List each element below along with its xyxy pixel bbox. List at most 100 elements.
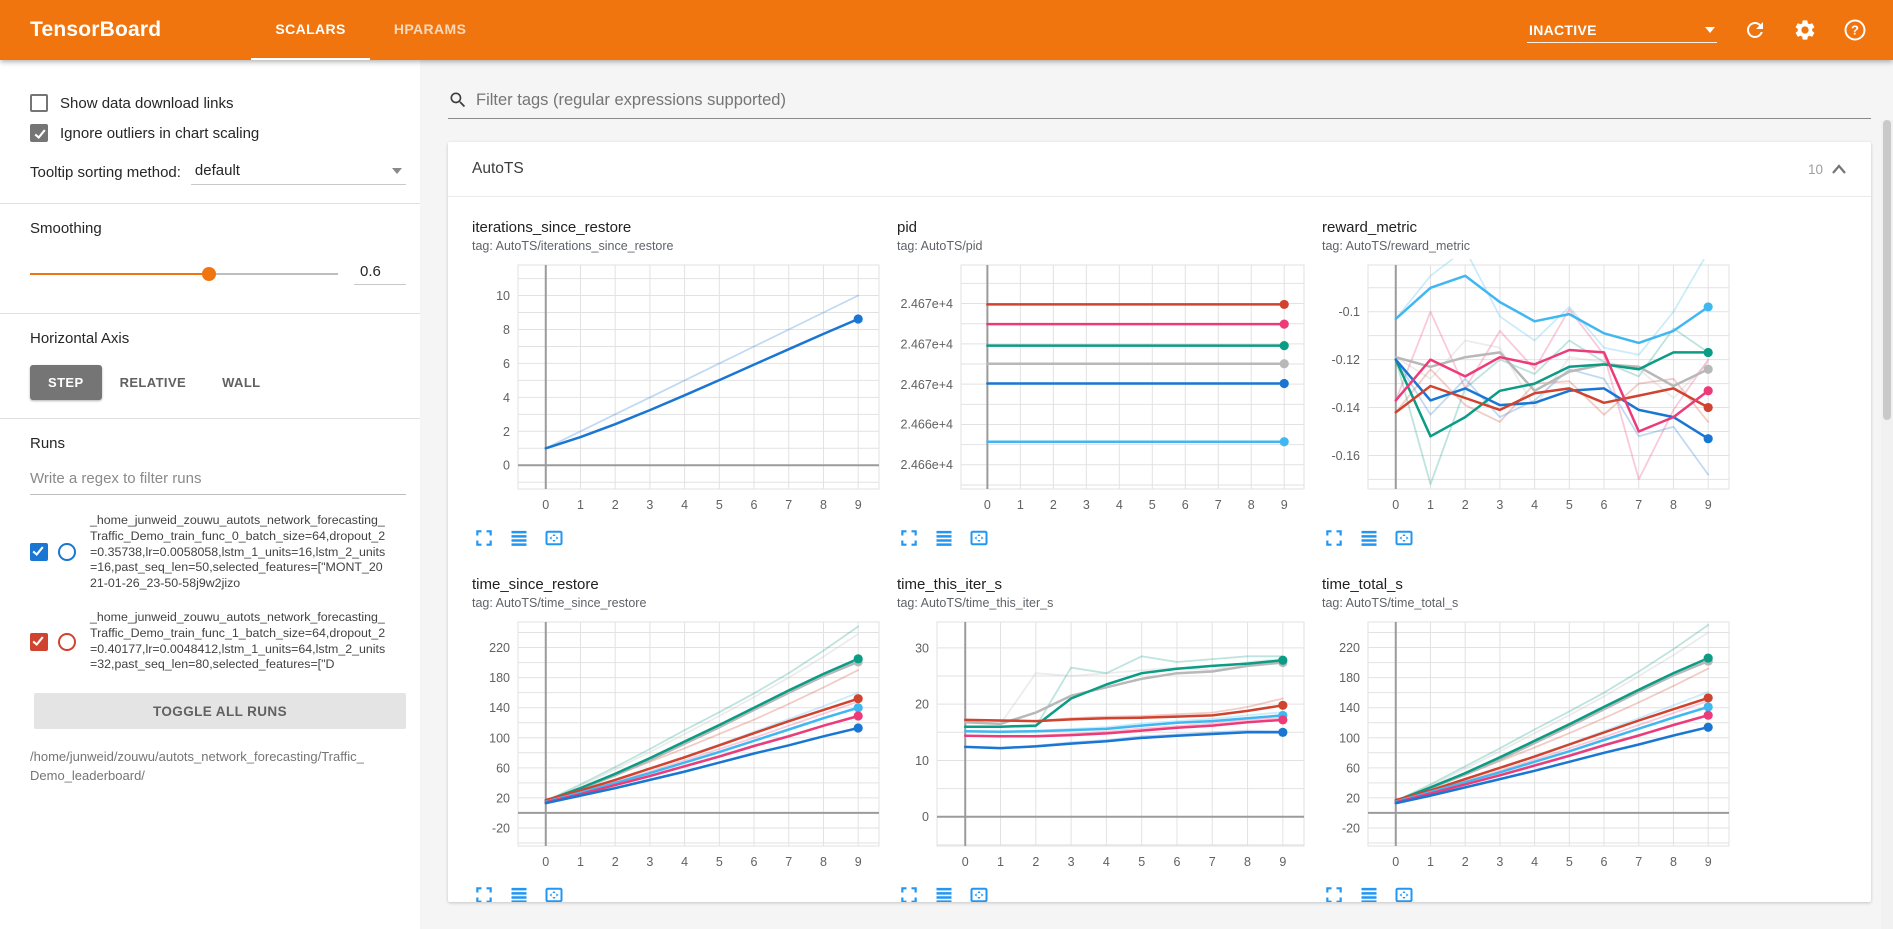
fit-domain-icon[interactable] (1394, 885, 1414, 902)
vertical-scrollbar[interactable] (1881, 120, 1893, 929)
svg-text:5: 5 (716, 855, 723, 869)
chart-tag: tag: AutoTS/time_this_iter_s (897, 596, 1312, 610)
smoothing-label: Smoothing (30, 220, 406, 237)
svg-text:2: 2 (1462, 498, 1469, 512)
autots-card-header[interactable]: AutoTS 10 (448, 142, 1871, 197)
data-download-icon[interactable] (934, 885, 954, 902)
data-download-icon[interactable] (509, 528, 529, 548)
svg-text:0: 0 (1392, 855, 1399, 869)
fit-domain-icon[interactable] (1394, 528, 1414, 548)
app-toolbar: TensorBoard SCALARS HPARAMS INACTIVE ? (0, 0, 1893, 60)
svg-text:1: 1 (577, 498, 584, 512)
search-icon (448, 90, 468, 110)
svg-text:1: 1 (1427, 498, 1434, 512)
data-download-icon[interactable] (1359, 885, 1379, 902)
svg-text:6: 6 (751, 855, 758, 869)
axis-relative-button[interactable]: RELATIVE (102, 365, 205, 400)
chart-tag: tag: AutoTS/time_since_restore (472, 596, 887, 610)
data-download-icon[interactable] (1359, 528, 1379, 548)
tooltip-sorting-select[interactable]: default (191, 160, 406, 185)
refresh-icon[interactable] (1743, 18, 1767, 42)
app-title: TensorBoard (30, 18, 161, 42)
svg-text:220: 220 (1339, 641, 1360, 655)
fullscreen-icon[interactable] (474, 885, 494, 902)
svg-text:7: 7 (785, 498, 792, 512)
checkbox-unchecked[interactable] (30, 94, 48, 112)
svg-text:9: 9 (1705, 498, 1712, 512)
runs-filter-input[interactable] (30, 464, 406, 495)
svg-text:7: 7 (1635, 855, 1642, 869)
tab-hparams[interactable]: HPARAMS (370, 0, 491, 60)
fit-domain-icon[interactable] (544, 528, 564, 548)
chart-plot[interactable]: 01234567892201801401006020-20 (472, 616, 887, 874)
svg-text:5: 5 (1138, 855, 1145, 869)
svg-text:3: 3 (1496, 855, 1503, 869)
checkbox-checked[interactable] (30, 124, 48, 142)
smoothing-value[interactable]: 0.6 (354, 263, 406, 285)
axis-wall-button[interactable]: WALL (204, 365, 278, 400)
svg-text:6: 6 (1182, 498, 1189, 512)
fit-domain-icon[interactable] (969, 885, 989, 902)
svg-text:9: 9 (1281, 498, 1288, 512)
chart-plot[interactable]: 01234567892201801401006020-20 (1322, 616, 1737, 874)
autots-card: AutoTS 10 iterations_since_restoretag: A… (448, 142, 1871, 902)
svg-text:6: 6 (1601, 855, 1608, 869)
fullscreen-icon[interactable] (474, 528, 494, 548)
smoothing-slider[interactable] (30, 267, 338, 281)
chart-card: time_total_stag: AutoTS/time_total_s0123… (1322, 576, 1737, 902)
chart-toolbar (472, 528, 887, 548)
run-checkbox[interactable] (30, 633, 48, 651)
data-download-icon[interactable] (934, 528, 954, 548)
tag-filter[interactable] (448, 90, 1871, 119)
chart-title: time_since_restore (472, 576, 887, 593)
run-radio[interactable] (58, 633, 76, 651)
fullscreen-icon[interactable] (1324, 885, 1344, 902)
chart-plot[interactable]: 01234567892.467e+42.467e+42.467e+42.466e… (897, 259, 1312, 517)
run-radio[interactable] (58, 543, 76, 561)
run-row[interactable]: _home_junweid_zouwu_autots_network_forec… (30, 513, 406, 592)
svg-text:9: 9 (1279, 855, 1286, 869)
chart-plot[interactable]: 01234567893020100 (897, 616, 1312, 874)
svg-text:?: ? (1851, 23, 1859, 38)
tag-filter-input[interactable] (476, 91, 1871, 110)
toggle-all-runs-button[interactable]: TOGGLE ALL RUNS (34, 693, 406, 729)
run-checkbox[interactable] (30, 543, 48, 561)
gear-icon[interactable] (1793, 18, 1817, 42)
svg-text:4: 4 (1531, 855, 1538, 869)
chart-toolbar (897, 885, 1312, 902)
axis-step-button[interactable]: STEP (30, 365, 102, 400)
svg-text:4: 4 (681, 498, 688, 512)
svg-text:-0.14: -0.14 (1332, 401, 1361, 415)
svg-text:0: 0 (1392, 498, 1399, 512)
fullscreen-icon[interactable] (899, 528, 919, 548)
chart-card: pidtag: AutoTS/pid01234567892.467e+42.46… (897, 219, 1312, 548)
chart-toolbar (472, 885, 887, 902)
chart-plot[interactable]: 01234567891086420 (472, 259, 887, 517)
chevron-up-icon[interactable] (1831, 163, 1847, 175)
svg-text:10: 10 (915, 754, 929, 768)
svg-text:60: 60 (496, 761, 510, 775)
svg-text:2: 2 (1462, 855, 1469, 869)
status-dropdown[interactable]: INACTIVE (1527, 18, 1717, 43)
tab-scalars[interactable]: SCALARS (251, 0, 369, 60)
fullscreen-icon[interactable] (899, 885, 919, 902)
svg-text:1: 1 (577, 855, 584, 869)
chart-card: iterations_since_restoretag: AutoTS/iter… (472, 219, 887, 548)
slider-knob[interactable] (202, 267, 216, 281)
help-icon[interactable]: ? (1843, 18, 1867, 42)
svg-text:2: 2 (1050, 498, 1057, 512)
fit-domain-icon[interactable] (544, 885, 564, 902)
chart-tag: tag: AutoTS/iterations_since_restore (472, 239, 887, 253)
fit-domain-icon[interactable] (969, 528, 989, 548)
chart-plot[interactable]: 0123456789-0.1-0.12-0.14-0.16 (1322, 259, 1737, 517)
run-row[interactable]: _home_junweid_zouwu_autots_network_forec… (30, 610, 406, 673)
fullscreen-icon[interactable] (1324, 528, 1344, 548)
chart-count: 10 (1808, 162, 1823, 177)
show-data-download-links-checkbox[interactable]: Show data download links (30, 94, 406, 112)
checkbox-label: Show data download links (60, 95, 233, 112)
svg-text:2.467e+4: 2.467e+4 (901, 378, 954, 392)
svg-text:5: 5 (1566, 498, 1573, 512)
data-download-icon[interactable] (509, 885, 529, 902)
scrollbar-thumb[interactable] (1883, 120, 1891, 420)
ignore-outliers-checkbox[interactable]: Ignore outliers in chart scaling (30, 124, 406, 142)
